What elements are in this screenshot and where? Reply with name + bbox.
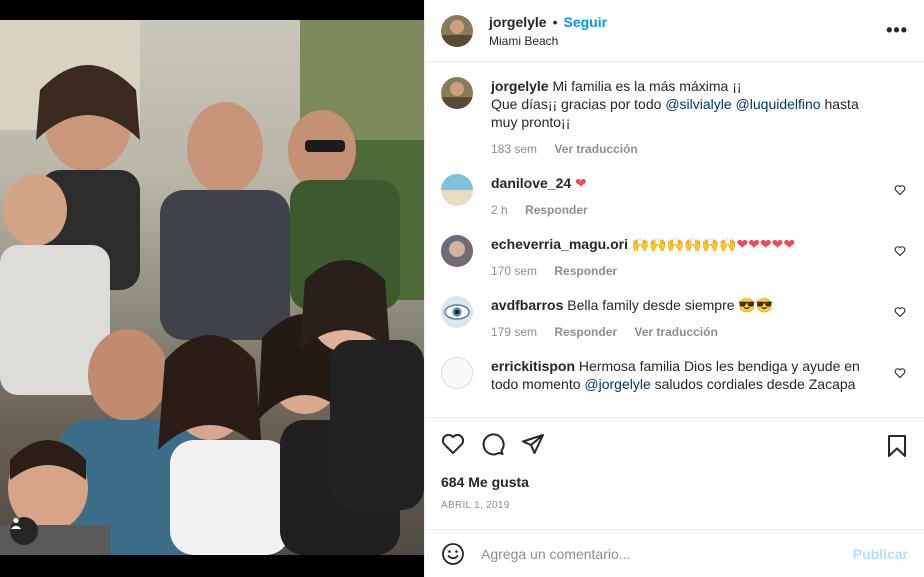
comment-avatar-image xyxy=(441,235,473,267)
comment-text: ❤ xyxy=(575,175,587,191)
add-comment-bar: Publicar xyxy=(425,529,924,577)
heart-icon[interactable] xyxy=(441,432,465,456)
comment-avatar[interactable] xyxy=(441,296,473,328)
post-location[interactable]: Miami Beach xyxy=(489,34,607,48)
bookmark-icon[interactable] xyxy=(886,434,908,458)
reply-button[interactable]: Responder xyxy=(554,325,617,339)
caption-avatar[interactable] xyxy=(441,77,473,109)
reply-button[interactable]: Responder xyxy=(554,264,617,278)
caption-meta: 183 sem Ver traducción xyxy=(491,140,880,158)
comment-mention[interactable]: @jorgelyle xyxy=(584,376,650,392)
comment-username[interactable]: echeverria_magu.ori xyxy=(491,236,628,252)
post-header: jorgelyle • Seguir Miami Beach ••• xyxy=(425,0,924,62)
comment-time[interactable]: 2 h xyxy=(491,203,508,217)
like-comment-heart-icon[interactable] xyxy=(894,184,906,196)
caption-text-1: Mi familia es la más máxima ¡¡ xyxy=(552,78,742,94)
comment-avatar-image xyxy=(441,296,473,328)
author-username[interactable]: jorgelyle xyxy=(489,14,547,30)
tag-user-icon[interactable] xyxy=(10,517,38,545)
post-media xyxy=(0,0,424,577)
comment-body: danilove_24 ❤ 2 h Responder xyxy=(491,174,908,219)
post-date[interactable]: ABRIL 1, 2019 xyxy=(441,500,908,511)
post-photo[interactable] xyxy=(0,20,424,555)
comment-item: avdfbarros Bella family desde siempre 😎😎… xyxy=(441,296,908,341)
caption-translate-button[interactable]: Ver traducción xyxy=(554,142,637,156)
comment-time[interactable]: 170 sem xyxy=(491,264,537,278)
comment-username[interactable]: avdfbarros xyxy=(491,297,563,313)
comment-item: danilove_24 ❤ 2 h Responder xyxy=(441,174,908,219)
caption-mention-2[interactable]: @luquidelfino xyxy=(736,96,821,112)
family-photo-illustration xyxy=(0,20,424,555)
comment-icon[interactable] xyxy=(481,432,505,456)
caption-username[interactable]: jorgelyle xyxy=(491,78,549,94)
caption: jorgelyle Mi familia es la más máxima ¡¡… xyxy=(441,77,908,158)
comment-meta: 179 sem Responder Ver traducción xyxy=(491,323,880,341)
comment-item: errickitispon Hermosa familia Dios les b… xyxy=(441,357,908,393)
action-icons xyxy=(441,432,908,456)
emoji-icon[interactable] xyxy=(441,542,465,566)
comment-text: 🙌🙌🙌🙌🙌🙌❤❤❤❤❤ xyxy=(631,236,796,252)
comment-text-2: saludos cordiales desde Zacapa xyxy=(654,376,856,392)
comment-avatar-image xyxy=(441,174,473,206)
like-comment-heart-icon[interactable] xyxy=(894,245,906,257)
caption-body: jorgelyle Mi familia es la más máxima ¡¡… xyxy=(491,77,908,158)
comment-meta: 2 h Responder xyxy=(491,201,880,219)
like-comment-heart-icon[interactable] xyxy=(894,306,906,318)
comment-avatar[interactable] xyxy=(441,357,473,389)
comment-username[interactable]: danilove_24 xyxy=(491,175,571,191)
caption-time[interactable]: 183 sem xyxy=(491,142,537,156)
translate-button[interactable]: Ver traducción xyxy=(634,325,717,339)
author-avatar[interactable] xyxy=(441,14,473,47)
comment-body: errickitispon Hermosa familia Dios les b… xyxy=(491,357,908,393)
post-actions: 684 Me gusta ABRIL 1, 2019 xyxy=(425,417,924,525)
comment-time[interactable]: 179 sem xyxy=(491,325,537,339)
follow-button[interactable]: Seguir xyxy=(564,14,608,30)
header-text: jorgelyle • Seguir Miami Beach xyxy=(489,14,607,48)
caption-avatar-image xyxy=(441,77,473,109)
comment-username[interactable]: errickitispon xyxy=(491,358,575,374)
share-icon[interactable] xyxy=(521,432,545,456)
comment-text: Bella family desde siempre 😎😎 xyxy=(567,297,774,313)
reply-button[interactable]: Responder xyxy=(525,203,588,217)
more-icon[interactable]: ••• xyxy=(886,20,908,41)
author-avatar-image xyxy=(441,14,473,47)
post-panel: jorgelyle • Seguir Miami Beach ••• jorge… xyxy=(424,0,924,577)
caption-mention-1[interactable]: @silvialyle xyxy=(665,96,731,112)
comment-body: echeverria_magu.ori 🙌🙌🙌🙌🙌🙌❤❤❤❤❤ 170 sem … xyxy=(491,235,908,280)
comments-list[interactable]: jorgelyle Mi familia es la más máxima ¡¡… xyxy=(425,63,924,417)
caption-text-2: Que días¡¡ gracias por todo xyxy=(491,96,662,112)
like-comment-heart-icon[interactable] xyxy=(894,367,906,379)
comment-body: avdfbarros Bella family desde siempre 😎😎… xyxy=(491,296,908,341)
comment-meta: 170 sem Responder xyxy=(491,262,880,280)
separator: • xyxy=(552,13,558,30)
comment-avatar[interactable] xyxy=(441,174,473,206)
comment-item: echeverria_magu.ori 🙌🙌🙌🙌🙌🙌❤❤❤❤❤ 170 sem … xyxy=(441,235,908,280)
comment-input[interactable] xyxy=(481,545,853,562)
tag-user-glyph xyxy=(10,517,22,529)
comment-avatar[interactable] xyxy=(441,235,473,267)
likes-count[interactable]: 684 Me gusta xyxy=(441,474,908,490)
publish-button[interactable]: Publicar xyxy=(853,546,908,562)
comment-avatar-image xyxy=(442,358,472,388)
